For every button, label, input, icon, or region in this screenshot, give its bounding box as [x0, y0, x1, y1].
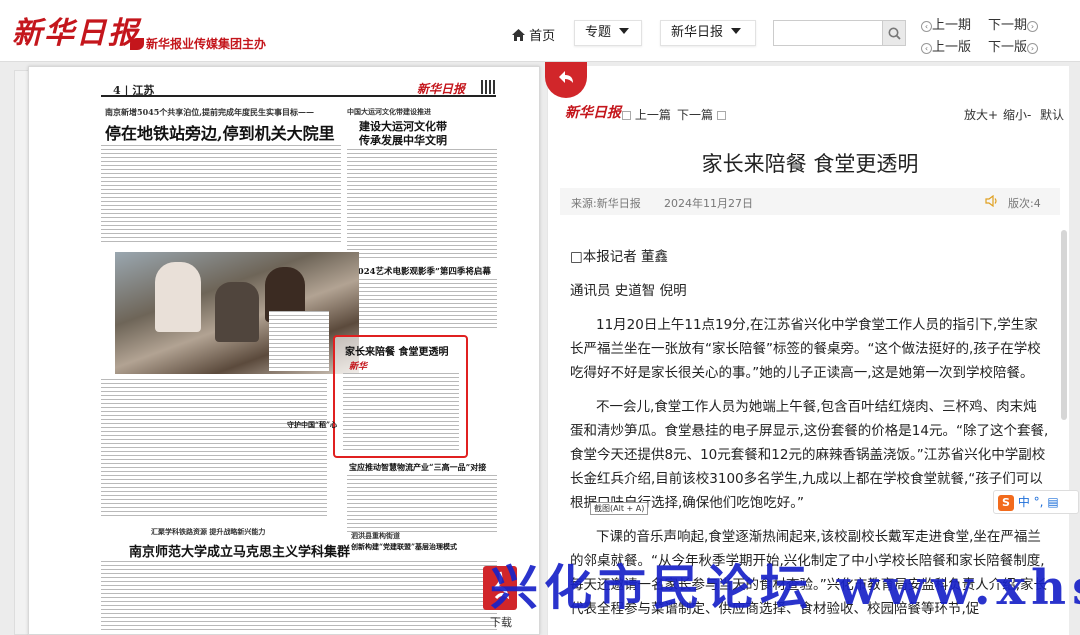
page-number: 4 | 江苏	[113, 84, 155, 97]
home-icon	[512, 29, 525, 41]
article-text-block	[347, 149, 497, 259]
bottom-right-headline[interactable]: 创新构建“党建联盟”基层治理模式	[351, 542, 457, 552]
prev-issue-link[interactable]: ‹ 上一期	[921, 14, 971, 33]
zoom-in-button[interactable]: 放大+	[964, 106, 998, 123]
article-text-block	[347, 475, 497, 535]
return-arrow-icon	[559, 71, 573, 83]
circle-right-icon: ›	[1027, 21, 1039, 32]
circle-left-icon: ‹	[921, 21, 932, 32]
small-headline-1[interactable]: 宝应推动智慧物流产业“三高一品”对接	[349, 462, 486, 473]
right-kicker: 中国大运河文化带建设推进	[347, 107, 431, 116]
paper-mini-logo: 新华日报	[417, 82, 466, 96]
circle-left-icon: ‹	[921, 43, 932, 54]
ime-mode: 中	[1017, 495, 1030, 509]
next-article-label: 下一篇	[677, 108, 714, 122]
punctuation-icon: °,	[1033, 495, 1044, 509]
photo-figure	[215, 282, 259, 342]
caption-text	[269, 311, 329, 371]
zoom-default-button[interactable]: 默认	[1040, 106, 1064, 123]
right-headline-3[interactable]: “2024艺术电影观影季”第四季将启幕	[347, 265, 491, 277]
byline: □本报记者 董鑫	[570, 249, 669, 265]
main-headline[interactable]: 停在地铁站旁边,停到机关大院里	[105, 120, 335, 144]
ime-toolbar[interactable]: S 中 °, ▤	[993, 490, 1079, 514]
prev-page-link[interactable]: ‹ 上一版	[921, 36, 971, 55]
photo-figure	[155, 262, 201, 332]
home-link[interactable]: 首页	[512, 25, 555, 44]
next-page-label: 下一版	[988, 40, 1028, 55]
topic-dropdown-label: 专题	[585, 25, 612, 40]
article-text-block	[101, 379, 327, 519]
site-header: 新华日报 新华报业传媒集团主办 首页 专题 新华日报 ‹ 上一期 下一期 › ‹ 上一…	[0, 0, 1080, 62]
bottom-headline[interactable]: 南京师范大学成立马克思主义学科集群	[129, 541, 350, 560]
next-page-link[interactable]: 下一版 ›	[988, 36, 1039, 55]
article-text-block	[101, 561, 497, 631]
article-text-block	[101, 145, 341, 245]
search-button[interactable]	[882, 20, 906, 46]
article-source: 来源:新华日报	[571, 197, 641, 210]
article-date: 2024年11月27日	[664, 197, 753, 210]
caret-down-icon	[619, 28, 630, 34]
org-text: 新华报业传媒集团主办	[146, 37, 267, 51]
search-icon	[888, 27, 901, 40]
small-headline-2[interactable]: 守护中国“稻”心	[287, 420, 337, 430]
newspaper-page[interactable]: 4 | 江苏 新华日报 南京新增5045个共享泊位,提前完成年度民生实事目标——…	[28, 66, 540, 635]
article-logo: 新华日报	[565, 105, 621, 121]
bottom-kicker: 汇聚学科铁路资源 提升战略新兴能力	[151, 527, 266, 536]
highlight-title: 家长来陪餐 食堂更透明	[345, 347, 449, 358]
topic-dropdown[interactable]: 专题	[574, 20, 642, 46]
selected-article-highlight[interactable]: 家长来陪餐 食堂更透明 新华	[333, 335, 468, 458]
search-input[interactable]	[773, 20, 883, 46]
prev-article-label: 上一篇	[634, 108, 671, 122]
screenshot-tooltip: 截图(Alt + A)	[590, 502, 649, 515]
correspondents: 通讯员 史道智 倪明	[570, 283, 687, 299]
xinhua-group-icon	[130, 38, 144, 50]
square-right-icon	[716, 111, 726, 120]
right-headline-2[interactable]: 传承发展中华文明	[359, 132, 447, 148]
scrollbar[interactable]	[1061, 230, 1067, 420]
main-kicker: 南京新增5045个共享泊位,提前完成年度民生实事目标——	[105, 107, 315, 117]
article-title: 家长来陪餐 食堂更透明	[701, 152, 919, 176]
caret-down-icon	[731, 28, 742, 34]
square-left-icon	[622, 111, 631, 120]
home-label: 首页	[529, 29, 556, 44]
paper-dropdown[interactable]: 新华日报	[660, 20, 756, 46]
prev-article-link[interactable]: 上一篇	[622, 106, 671, 123]
forum-watermark: 兴化市民论坛 www.xhsml.com	[490, 560, 1080, 616]
sogou-s-icon: S	[998, 495, 1014, 511]
next-issue-label: 下一期	[988, 18, 1028, 33]
circle-right-icon: ›	[1027, 43, 1039, 54]
prev-page-label: 上一版	[932, 40, 972, 55]
next-article-link[interactable]: 下一篇	[677, 106, 726, 123]
org-label: 新华报业传媒集团主办	[130, 35, 266, 52]
prev-issue-label: 上一期	[932, 18, 972, 33]
zoom-out-button[interactable]: 缩小-	[1003, 106, 1031, 123]
page: 新华日报 新华报业传媒集团主办 首页 专题 新华日报 ‹ 上一期 下一期 › ‹ 上一…	[0, 0, 1080, 635]
menu-icon: ▤	[1047, 495, 1059, 509]
article-edition: 版次:4	[1008, 197, 1041, 210]
bottom-right-kicker: 泗洪县重构街道	[351, 531, 400, 540]
site-logo[interactable]: 新华日报	[12, 8, 140, 52]
highlight-logo: 新华	[349, 362, 368, 372]
article-text-block	[347, 279, 497, 331]
paper-dropdown-label: 新华日报	[671, 25, 724, 40]
article-text-block	[343, 373, 459, 453]
speaker-icon[interactable]	[985, 195, 999, 207]
article-paragraph: 11月20日上午11点19分,在江苏省兴化中学食堂工作人员的指引下,学生家长严福…	[570, 317, 1041, 381]
article-paragraph: 不一会儿,食堂工作人员为她端上午餐,包含百叶结红烧肉、三杯鸡、肉末炖蛋和清炒笋瓜…	[570, 399, 1049, 511]
barcode-icon	[481, 80, 495, 94]
next-issue-link[interactable]: 下一期 ›	[988, 14, 1039, 33]
